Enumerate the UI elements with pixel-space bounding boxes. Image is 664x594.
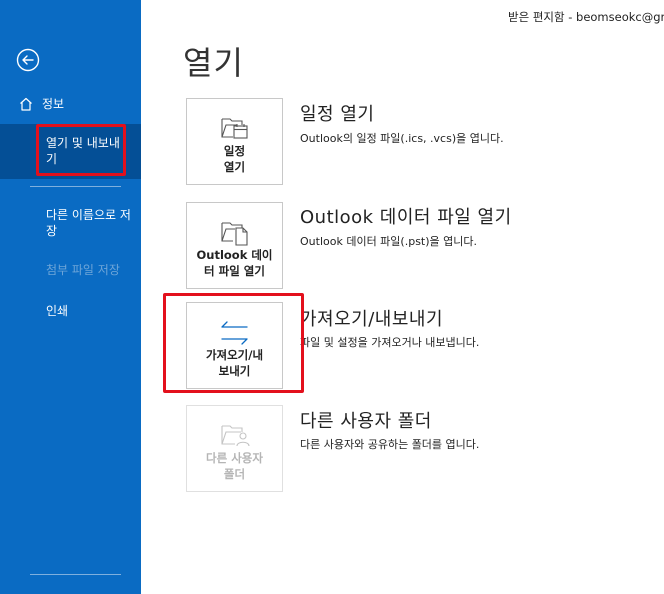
open-data-file-icon [221,222,248,246]
sidebar-divider [30,574,121,575]
sidebar-item-info[interactable]: 정보 [0,93,141,115]
back-arrow-icon [16,48,40,72]
open-calendar-button[interactable]: 일정 열기 [186,98,283,185]
page-title: 열기 [183,44,244,82]
tile-label: 일정 열기 [223,144,246,174]
option-title: 일정 열기 [300,104,375,125]
sidebar-item-label: 정보 [42,97,65,111]
sidebar-divider [30,186,121,187]
tile-label: 가져오기/내 보내기 [205,348,264,378]
sidebar-item-save-attachments: 첨부 파일 저장 [0,262,141,278]
sidebar-item-label: 다른 이름으로 저장 [46,208,131,238]
option-title: 가져오기/내보내기 [300,309,444,330]
option-description: Outlook 데이터 파일(.pst)을 엽니다. [300,235,478,248]
open-calendar-icon [221,118,248,139]
option-description: 다른 사용자와 공유하는 폴더를 엽니다. [300,438,480,451]
other-user-folder-button: 다른 사용자 폴더 [186,405,283,492]
home-icon [20,97,32,111]
option-description: Outlook의 일정 파일(.ics, .vcs)을 엽니다. [300,132,504,145]
back-button[interactable] [14,46,42,74]
import-export-icon [221,321,248,345]
option-title: 다른 사용자 폴더 [300,411,432,432]
import-export-button[interactable]: 가져오기/내 보내기 [186,302,283,389]
option-title: Outlook 데이터 파일 열기 [300,207,512,228]
sidebar-item-print[interactable]: 인쇄 [0,303,141,319]
tile-label: 다른 사용자 폴더 [206,451,263,481]
sidebar-item-label: 열기 및 내보내기 [46,136,120,166]
open-data-file-button[interactable]: Outlook 데이 터 파일 열기 [186,202,283,289]
sidebar-item-label: 첨부 파일 저장 [46,263,120,277]
option-description: 파일 및 설정을 가져오거나 내보냅니다. [300,336,480,349]
sidebar-item-save-as[interactable]: 다른 이름으로 저장 [0,207,141,239]
sidebar-item-label: 인쇄 [46,304,69,318]
backstage-sidebar: 정보 열기 및 내보내기 다른 이름으로 저장 첨부 파일 저장 인쇄 [0,0,141,594]
tile-label: Outlook 데이 터 파일 열기 [196,248,273,278]
window-title: 받은 편지함 - beomseokc@gm [508,10,664,24]
sidebar-item-open-export[interactable]: 열기 및 내보내기 [0,124,141,179]
other-user-folder-icon [221,425,250,447]
